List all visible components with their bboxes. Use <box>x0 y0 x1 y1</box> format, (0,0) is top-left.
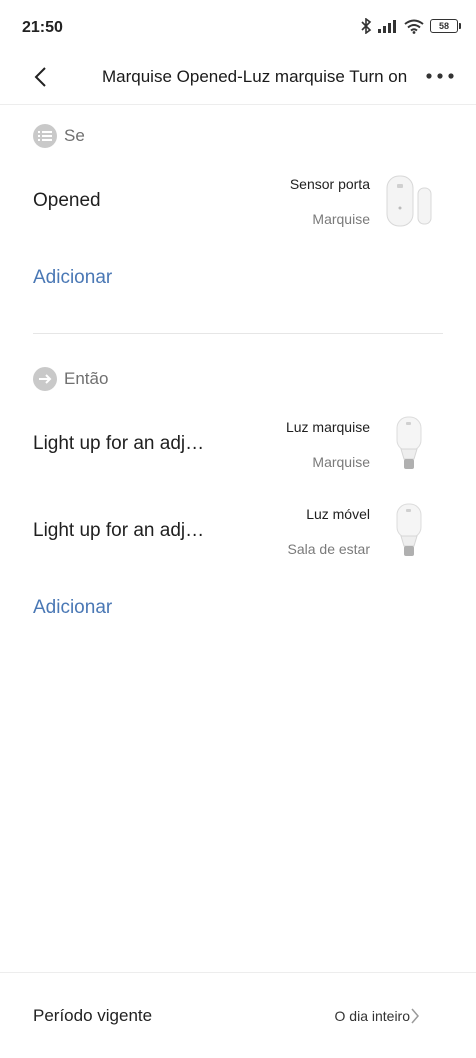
effective-period-label: Período vigente <box>33 1006 153 1025</box>
battery-icon: 58 <box>430 19 461 33</box>
action-row[interactable]: Light up for an adj… Luz móvel Sala de e… <box>0 492 476 572</box>
device-room: Marquise <box>312 211 370 227</box>
chevron-left-icon <box>34 67 46 87</box>
signal-icon <box>378 20 396 33</box>
bluetooth-icon <box>361 18 372 34</box>
door-sensor-icon <box>386 175 432 227</box>
page-title: Marquise Opened-Luz marquise Turn on <box>102 67 408 86</box>
smart-bulb-icon <box>396 416 422 469</box>
status-time: 21:50 <box>22 19 63 36</box>
add-condition-link[interactable]: Adicionar <box>33 267 112 289</box>
condition-row[interactable]: Opened Sensor porta Marquise <box>0 162 476 242</box>
effective-period-row[interactable]: Período vigente O dia inteiro <box>0 972 476 1058</box>
status-icons: 58 <box>360 18 461 34</box>
app-header: Marquise Opened-Luz marquise Turn on <box>0 56 476 105</box>
more-options-button[interactable] <box>424 66 456 86</box>
section-divider <box>33 333 443 334</box>
effective-period-value: O dia inteiro <box>334 1008 410 1024</box>
condition-label: Opened <box>33 190 101 211</box>
list-icon <box>33 124 57 148</box>
back-button[interactable] <box>26 62 56 92</box>
device-name: Luz marquise <box>285 419 370 435</box>
more-dots-icon <box>426 73 454 79</box>
condition-section-label: Se <box>64 126 85 145</box>
action-section-label: Então <box>64 369 109 388</box>
action-section-header: Então <box>33 367 108 391</box>
action-row[interactable]: Light up for an adj… Luz marquise Marqui… <box>0 405 476 485</box>
device-name: Luz móvel <box>306 506 370 522</box>
arrow-right-icon <box>33 367 57 391</box>
device-name: Sensor porta <box>289 176 370 192</box>
device-room: Marquise <box>312 454 370 470</box>
action-label: Light up for an adj… <box>33 433 205 454</box>
wifi-icon <box>404 19 424 34</box>
chevron-right-icon <box>411 1008 419 1024</box>
add-action-link[interactable]: Adicionar <box>33 597 112 619</box>
smart-bulb-icon <box>396 503 422 556</box>
action-label: Light up for an adj… <box>33 520 205 541</box>
device-room: Sala de estar <box>287 541 371 557</box>
status-bar: 21:50 58 <box>0 0 476 56</box>
condition-section-header: Se <box>33 124 85 148</box>
